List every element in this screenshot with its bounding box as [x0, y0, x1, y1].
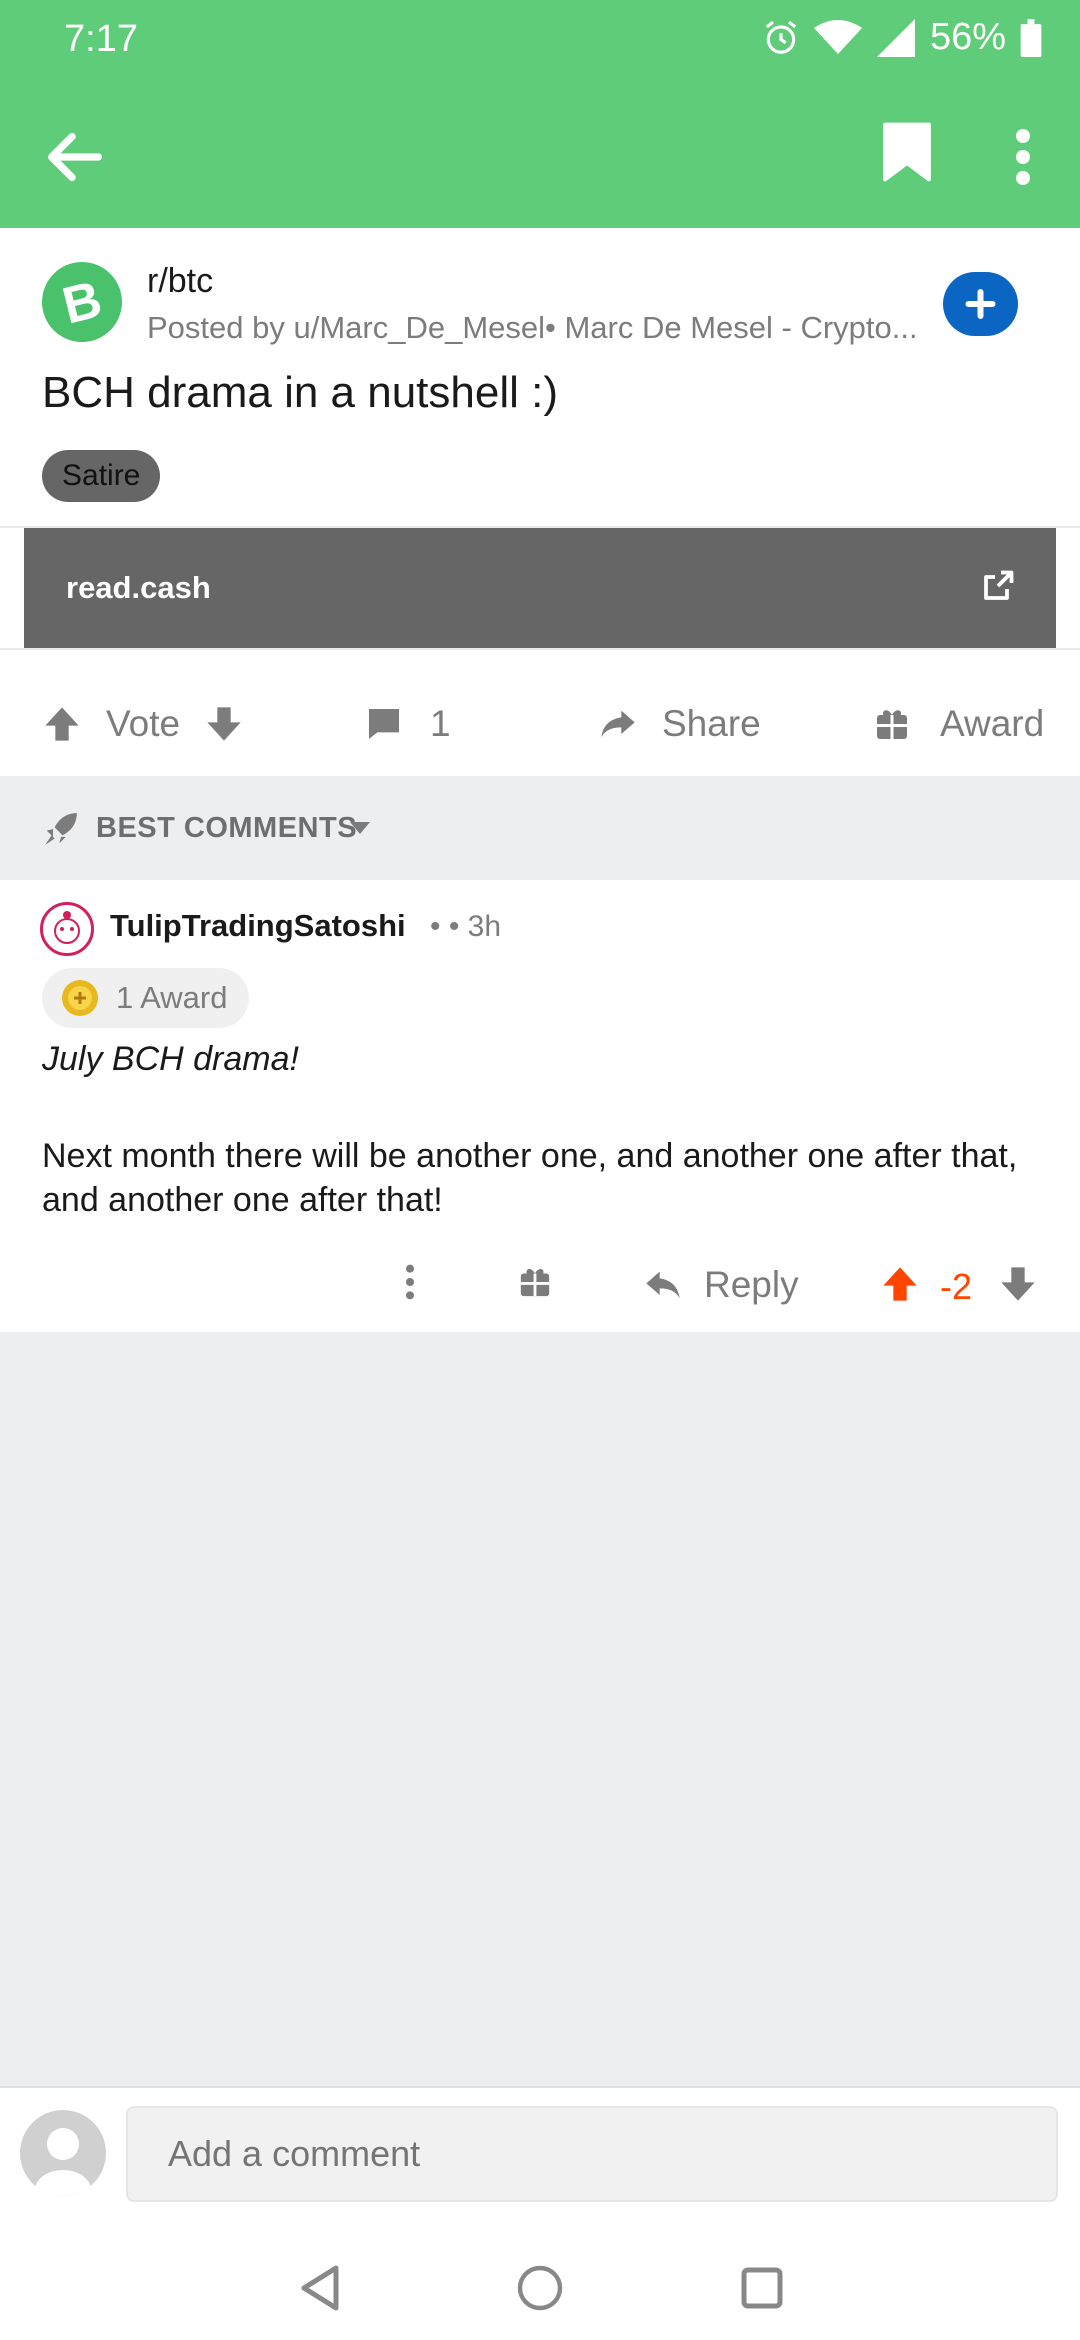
back-button[interactable]	[40, 122, 110, 192]
gift-icon	[877, 710, 907, 739]
nav-back-icon[interactable]	[298, 2264, 342, 2312]
award-badge[interactable]: 1 Award	[42, 968, 250, 1028]
gift-icon[interactable]	[518, 1264, 552, 1300]
chevron-down-icon	[350, 822, 370, 834]
post-actions: Vote 1 Share Award	[0, 684, 1080, 776]
battery-percent: 56%	[929, 16, 1006, 58]
join-subreddit-button[interactable]	[943, 272, 1018, 336]
comment-score: -2	[940, 1266, 973, 1307]
more-options-button[interactable]	[1000, 122, 1046, 192]
bookmark-icon	[883, 122, 931, 182]
link-preview[interactable]: read.cash	[0, 526, 1080, 650]
share-label: Share	[662, 703, 761, 744]
system-nav-bar	[0, 2238, 1080, 2340]
upvote-icon[interactable]	[880, 1264, 920, 1304]
gold-coin-award-icon	[62, 980, 98, 1016]
rocket-icon	[45, 813, 77, 845]
default-avatar-icon	[35, 2128, 91, 2196]
subreddit-avatar[interactable]: B	[42, 262, 122, 342]
posted-by[interactable]: Posted by u/Marc_De_Mesel• Marc De Mesel…	[147, 310, 927, 346]
user-avatar[interactable]	[20, 2110, 106, 2196]
downvote-icon[interactable]	[998, 1264, 1038, 1304]
comments-button[interactable]: 1	[364, 684, 451, 764]
comment-sort-bar[interactable]: BEST COMMENTS	[0, 776, 1080, 880]
post-flair[interactable]: Satire	[42, 450, 161, 502]
nav-home-icon[interactable]	[516, 2264, 564, 2312]
subreddit-name[interactable]: r/btc	[147, 262, 213, 301]
share-button[interactable]: Share	[596, 684, 761, 764]
app-bar	[0, 80, 1080, 228]
more-vertical-icon	[1016, 129, 1030, 185]
more-vertical-icon[interactable]	[398, 1262, 422, 1302]
sort-label: BEST COMMENTS	[96, 812, 358, 844]
add-comment-input[interactable]	[126, 2106, 1058, 2202]
vote-control: Vote	[42, 684, 244, 764]
bitcoin-cash-icon: B	[57, 270, 107, 335]
arrow-left-icon	[48, 132, 102, 182]
link-preview-banner: read.cash	[24, 528, 1056, 648]
status-icons: 56%	[762, 16, 1042, 59]
wifi-icon	[813, 19, 862, 54]
upvote-icon[interactable]	[42, 704, 82, 744]
comment-time: • • 3h	[430, 910, 502, 943]
comment-text-line1: July BCH drama!	[42, 1040, 299, 1078]
external-link-icon	[984, 570, 1014, 600]
status-time: 7:17	[64, 18, 138, 60]
battery-icon	[1020, 18, 1042, 57]
award-button[interactable]: Award	[874, 684, 1044, 764]
reply-button[interactable]: Reply	[642, 1250, 799, 1320]
bottom-bar	[0, 2086, 1080, 2340]
comments-count: 1	[430, 703, 451, 744]
plus-icon	[965, 289, 996, 319]
commenter-avatar[interactable]	[40, 902, 94, 956]
link-domain: read.cash	[66, 570, 211, 605]
vote-label: Vote	[106, 703, 181, 744]
reply-label: Reply	[704, 1264, 799, 1305]
alarm-icon	[765, 20, 797, 54]
comment-username[interactable]: TulipTradingSatoshi	[110, 908, 406, 944]
post-title: BCH drama in a nutshell :)	[42, 368, 558, 417]
status-bar: 7:17 56%	[0, 0, 1080, 80]
snoo-avatar-icon	[54, 911, 80, 944]
svg-text:B: B	[57, 270, 107, 335]
share-icon	[601, 710, 635, 738]
award-label: Award	[940, 703, 1045, 744]
reply-icon	[646, 1271, 680, 1299]
downvote-icon[interactable]	[204, 704, 244, 744]
signal-icon	[876, 18, 915, 57]
award-count: 1 Award	[116, 980, 228, 1015]
nav-recents-icon[interactable]	[740, 2264, 784, 2312]
comment: TulipTradingSatoshi • • 3h 1 Award July …	[0, 880, 1080, 1332]
comment-actions: Reply -2	[0, 1250, 1080, 1320]
save-post-button[interactable]	[880, 122, 940, 192]
comment-icon	[369, 709, 399, 739]
comment-text-line2: Next month there will be another one, an…	[42, 1137, 1018, 1219]
